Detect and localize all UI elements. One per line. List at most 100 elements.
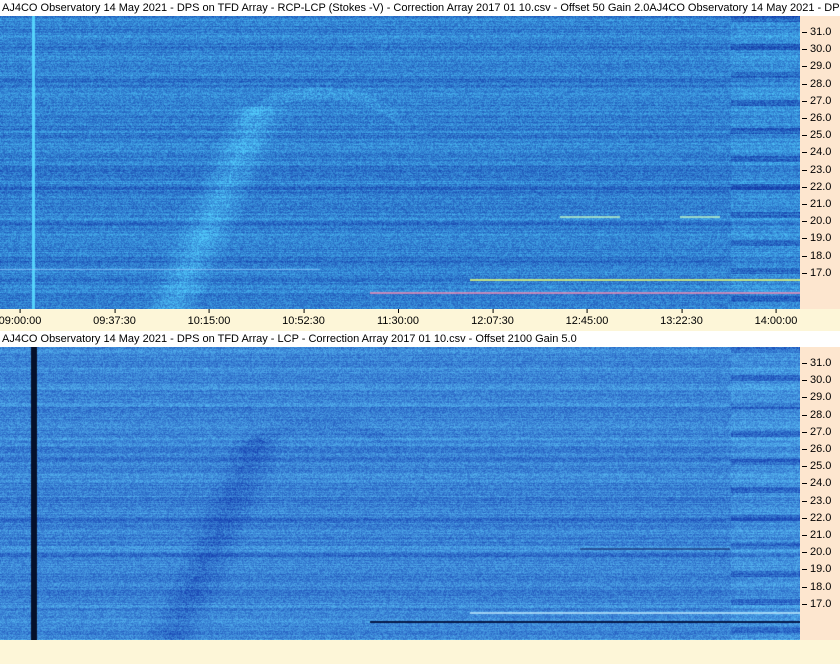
frequency-tick-label: 19.0: [810, 232, 832, 245]
tick-mark: [802, 500, 807, 502]
frequency-tick: 29.0: [800, 390, 840, 404]
frequency-tick: 18.0: [800, 249, 840, 263]
frequency-tick-label: 22.0: [810, 180, 832, 193]
tick-mark: [802, 569, 807, 571]
tick-mark: [802, 466, 807, 468]
frequency-tick: 19.0: [800, 231, 840, 245]
time-tick: 12:07:30: [471, 309, 514, 327]
frequency-tick-label: 28.0: [810, 408, 832, 421]
frequency-axis-lcp: 31.0 30.0 29.0 28.0 27.0 26.0 25.0 24.0 23.0 22.0…: [800, 347, 840, 640]
frequency-tick-label: 17.0: [810, 597, 832, 610]
frequency-tick: 22.0: [800, 511, 840, 525]
frequency-tick: 24.0: [800, 145, 840, 159]
frequency-tick-label: 30.0: [810, 374, 832, 387]
bottom-strip: [0, 640, 840, 664]
frequency-tick-label: 21.0: [810, 198, 832, 210]
tick-mark: [802, 414, 807, 416]
frequency-tick-label: 24.0: [810, 477, 832, 490]
frequency-tick: 31.0: [800, 25, 840, 39]
frequency-tick: 30.0: [800, 373, 840, 387]
tick-mark: [114, 309, 116, 313]
frequency-tick-label: 18.0: [810, 580, 832, 593]
frequency-tick: 17.0: [800, 597, 840, 611]
spectrogram-stokes-canvas: [0, 16, 800, 309]
frequency-tick: 28.0: [800, 77, 840, 91]
frequency-tick: 29.0: [800, 59, 840, 73]
time-tick: 10:52:30: [282, 309, 325, 327]
tick-mark: [802, 135, 807, 137]
tick-mark: [802, 169, 807, 171]
tick-mark: [802, 49, 807, 51]
tick-mark: [802, 255, 807, 257]
spectrogram-lcp[interactable]: [0, 347, 800, 640]
tick-mark: [802, 118, 807, 119]
time-axis: 09:00:00 09:37:30 10:15:00 10:52:30 11:30:00…: [0, 309, 840, 331]
tick-mark: [492, 309, 494, 313]
tick-mark: [208, 309, 210, 313]
tick-mark: [802, 66, 807, 68]
time-tick: 10:15:00: [188, 309, 230, 327]
tick-mark: [802, 397, 807, 399]
tick-mark: [802, 83, 807, 85]
frequency-tick: 19.0: [800, 562, 840, 576]
frequency-tick: 20.0: [800, 545, 840, 559]
tick-mark: [802, 535, 807, 536]
frequency-tick-label: 20.0: [810, 215, 832, 228]
tick-mark: [802, 380, 807, 382]
time-tick: 12:45:00: [566, 309, 608, 327]
tick-mark: [802, 552, 807, 554]
frequency-tick: 31.0: [800, 356, 840, 370]
tick-mark: [586, 309, 588, 313]
tick-mark: [802, 483, 807, 485]
tick-mark: [802, 272, 807, 274]
time-tick: 14:00:00: [755, 309, 797, 327]
tick-mark: [802, 204, 807, 205]
frequency-tick-label: 25.0: [810, 129, 832, 142]
frequency-tick-label: 27.0: [810, 94, 832, 107]
frequency-tick-label: 24.0: [810, 146, 832, 159]
frequency-tick-label: 26.0: [810, 112, 832, 124]
time-tick: 09:37:30: [93, 309, 136, 327]
frequency-tick: 23.0: [800, 494, 840, 508]
time-tick: 09:00:00: [0, 309, 41, 327]
frequency-tick-label: 30.0: [810, 43, 832, 56]
frequency-tick: 20.0: [800, 214, 840, 228]
frequency-axis-stokes: 31.0 30.0 29.0 28.0 27.0 26.0 25.0 24.0 23.0 22.0…: [800, 16, 840, 309]
frequency-tick: 28.0: [800, 408, 840, 422]
tick-mark: [397, 309, 399, 313]
tick-mark: [802, 152, 807, 154]
frequency-tick: 30.0: [800, 42, 840, 56]
frequency-tick-label: 31.0: [810, 357, 832, 369]
frequency-tick-label: 31.0: [810, 26, 832, 38]
time-tick: 13:22:30: [660, 309, 703, 327]
tick-mark: [775, 309, 777, 313]
tick-mark: [802, 517, 807, 519]
frequency-tick: 26.0: [800, 442, 840, 456]
tick-mark: [19, 309, 21, 313]
tick-mark: [802, 586, 807, 588]
frequency-tick-label: 29.0: [810, 60, 832, 73]
frequency-tick: 25.0: [800, 459, 840, 473]
frequency-tick-label: 29.0: [810, 391, 832, 404]
spectrogram-stokes[interactable]: [0, 16, 800, 309]
panel-title-lcp: AJ4CO Observatory 14 May 2021 - DPS on T…: [0, 331, 840, 347]
tick-mark: [802, 449, 807, 450]
tick-mark: [303, 309, 305, 313]
tick-mark: [802, 238, 807, 240]
frequency-tick-label: 22.0: [810, 511, 832, 524]
tick-mark: [802, 363, 807, 364]
time-tick: 11:30:00: [377, 309, 419, 327]
frequency-tick: 21.0: [800, 197, 840, 211]
frequency-tick-label: 27.0: [810, 425, 832, 438]
frequency-tick: 21.0: [800, 528, 840, 542]
spectrogram-lcp-canvas: [0, 347, 800, 640]
frequency-tick-label: 20.0: [810, 546, 832, 559]
tick-mark: [802, 100, 807, 102]
frequency-tick-label: 21.0: [810, 529, 832, 541]
frequency-tick-label: 23.0: [810, 494, 832, 507]
frequency-tick: 25.0: [800, 128, 840, 142]
frequency-tick: 22.0: [800, 180, 840, 194]
frequency-tick: 27.0: [800, 94, 840, 108]
tick-mark: [681, 309, 683, 313]
tick-mark: [802, 603, 807, 605]
